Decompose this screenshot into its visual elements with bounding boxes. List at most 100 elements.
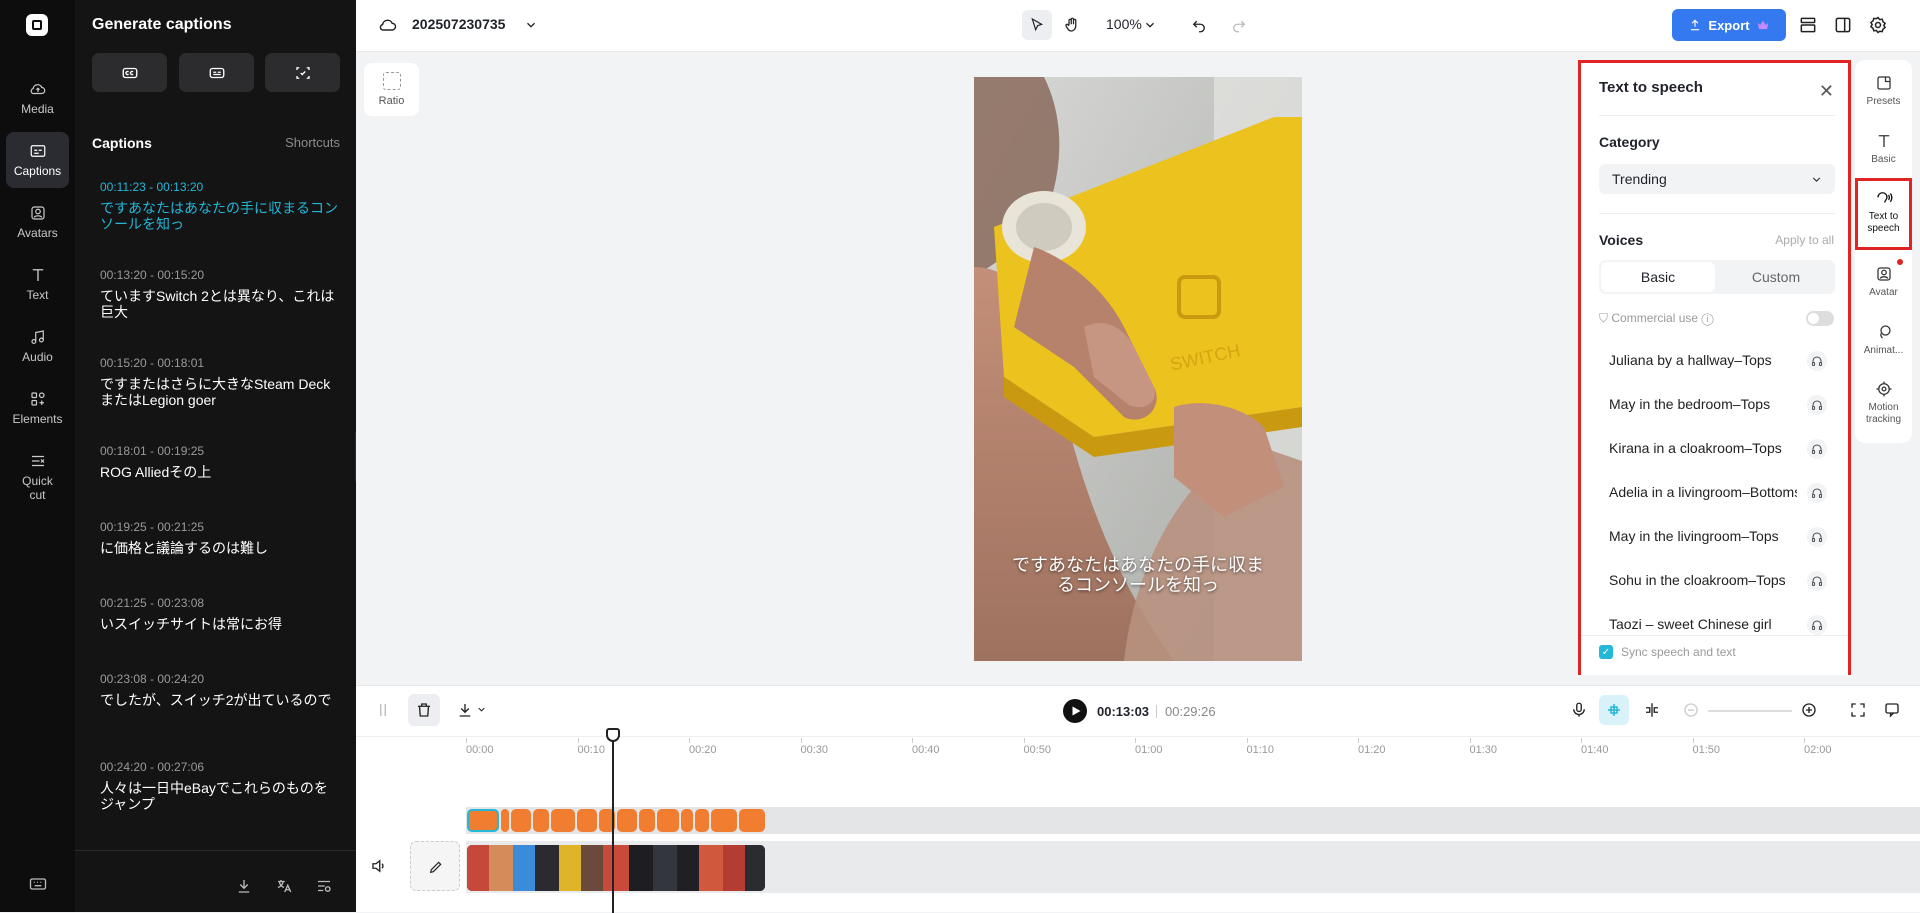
headphones-icon[interactable] <box>1807 439 1827 459</box>
layers-icon[interactable] <box>1798 15 1818 35</box>
redo-icon[interactable] <box>1230 16 1248 34</box>
voice-item[interactable]: May in the livingroom–Tops <box>1609 528 1797 544</box>
caption-track[interactable] <box>466 807 1920 834</box>
keyboard-icon[interactable] <box>28 874 48 894</box>
zoom-in-icon[interactable] <box>1800 701 1818 719</box>
video-preview[interactable]: SWITCH ですあなたはあなたの手に収ま るコンソールを知っ <box>974 77 1302 661</box>
apply-to-all-link[interactable]: Apply to all <box>1775 233 1834 247</box>
rail-motion-tracking[interactable]: Motion tracking <box>1855 380 1912 426</box>
rail-basic[interactable]: Basic <box>1855 132 1912 166</box>
chevron-down-icon[interactable] <box>524 18 538 32</box>
nav-avatars[interactable]: Avatars <box>6 194 69 250</box>
tab-custom[interactable]: Custom <box>1719 262 1833 292</box>
voice-item[interactable]: Sohu in the cloakroom–Tops <box>1609 572 1797 588</box>
headphones-icon[interactable] <box>1807 351 1827 371</box>
category-select[interactable]: Trending <box>1599 164 1835 194</box>
caption-item[interactable]: 00:23:08 - 00:24:20 でしたが、スイッチ2が出ているので <box>100 672 340 708</box>
caption-item[interactable]: 00:19:25 - 00:21:25 に価格と議論するのは難し <box>100 520 340 556</box>
caption-clip[interactable] <box>467 809 499 832</box>
rail-presets[interactable]: Presets <box>1855 74 1912 108</box>
caption-item[interactable]: 00:24:20 - 00:27:06 人々は一日中eBayでこれらのものをジャン… <box>100 760 340 812</box>
headphones-icon[interactable] <box>1807 395 1827 415</box>
auto-detect-button[interactable] <box>265 53 340 92</box>
sidebar-toggle-icon[interactable] <box>1833 15 1853 35</box>
download-icon[interactable] <box>456 701 474 719</box>
tab-basic[interactable]: Basic <box>1601 262 1715 292</box>
gear-icon[interactable] <box>1868 15 1888 35</box>
caption-clip[interactable] <box>533 809 549 832</box>
split-icon[interactable] <box>374 701 392 719</box>
nav-captions[interactable]: Captions <box>6 132 69 188</box>
voice-item[interactable]: Adelia in a livingroom–Bottoms <box>1609 484 1797 500</box>
translate-icon[interactable] <box>275 877 293 895</box>
caption-clip[interactable] <box>739 809 765 832</box>
nav-text[interactable]: Text <box>6 256 69 312</box>
commercial-use-toggle[interactable] <box>1806 311 1834 326</box>
comment-icon[interactable] <box>1883 701 1901 719</box>
link-split-icon[interactable] <box>1643 701 1661 719</box>
magnet-button[interactable] <box>1599 695 1629 725</box>
ratio-button[interactable]: Ratio <box>364 63 419 116</box>
chevron-down-icon[interactable] <box>1143 18 1157 32</box>
caption-settings-icon[interactable] <box>315 877 333 895</box>
playhead[interactable] <box>612 733 614 913</box>
undo-icon[interactable] <box>1190 16 1208 34</box>
voice-item[interactable]: May in the bedroom–Tops <box>1609 396 1797 412</box>
headphones-icon[interactable] <box>1807 571 1827 591</box>
voice-item[interactable]: Kirana in a cloakroom–Tops <box>1609 440 1797 456</box>
caption-item[interactable]: 00:18:01 - 00:19:25 ROG Alliedその上 <box>100 444 340 480</box>
nav-media[interactable]: Media <box>6 70 69 126</box>
caption-clip[interactable] <box>501 809 509 832</box>
cloud-save-icon[interactable] <box>378 15 398 35</box>
project-name[interactable]: 202507230735 <box>412 16 505 32</box>
caption-clip[interactable] <box>695 809 709 832</box>
subtitle-button[interactable] <box>179 53 254 92</box>
microphone-icon[interactable] <box>1570 701 1588 719</box>
cover-edit-button[interactable] <box>410 841 460 891</box>
headphones-icon[interactable] <box>1807 483 1827 503</box>
play-button[interactable] <box>1063 699 1087 723</box>
crown-icon <box>1757 20 1768 30</box>
caption-clip[interactable] <box>551 809 575 832</box>
caption-item[interactable]: 00:15:20 - 00:18:01 ですまたはさらに大きなSteam Deck… <box>100 356 340 408</box>
speaker-icon[interactable] <box>370 857 388 875</box>
nav-quick-cut[interactable]: Quick cut <box>6 446 69 508</box>
rail-avatar[interactable]: Avatar <box>1855 265 1912 299</box>
nav-audio[interactable]: Audio <box>6 318 69 374</box>
video-clip[interactable] <box>467 845 765 891</box>
playhead-handle[interactable] <box>606 728 620 742</box>
caption-clip[interactable] <box>577 809 597 832</box>
close-icon[interactable]: ✕ <box>1819 81 1834 102</box>
select-tool-button[interactable] <box>1022 10 1052 40</box>
caption-item[interactable]: 00:21:25 - 00:23:08 いスイッチサイトは常にお得 <box>100 596 340 632</box>
zoom-out-icon[interactable] <box>1682 701 1700 719</box>
caption-item[interactable]: 00:13:20 - 00:15:20 ていますSwitch 2とは異なり、これは… <box>100 268 340 320</box>
zoom-slider[interactable] <box>1708 710 1792 712</box>
caption-clip[interactable] <box>657 809 679 832</box>
rail-text-to-speech[interactable]: Text to speech <box>1855 178 1912 250</box>
rail-animation[interactable]: Animat... <box>1855 323 1912 357</box>
headphones-icon[interactable] <box>1807 615 1827 635</box>
voice-item[interactable]: Taozi – sweet Chinese girl <box>1609 616 1797 632</box>
export-button[interactable]: Export <box>1672 9 1786 41</box>
nav-elements[interactable]: Elements <box>6 380 69 436</box>
shortcuts-link[interactable]: Shortcuts <box>285 135 340 150</box>
zoom-level[interactable]: 100% <box>1106 16 1142 32</box>
headphones-icon[interactable] <box>1807 527 1827 547</box>
caption-clip[interactable] <box>681 809 693 832</box>
sync-speech-checkbox[interactable]: ✓ Sync speech and text <box>1599 645 1736 659</box>
app-logo[interactable] <box>26 14 48 36</box>
cc-button[interactable] <box>92 53 167 92</box>
fullscreen-icon[interactable] <box>1849 701 1867 719</box>
hand-icon[interactable] <box>1063 16 1081 34</box>
caption-clip[interactable] <box>639 809 655 832</box>
caption-clip[interactable] <box>617 809 637 832</box>
caption-item[interactable]: 00:11:23 - 00:13:20 ですあなたはあなたの手に収まるコンソールを… <box>100 180 340 232</box>
video-track[interactable] <box>466 841 1920 893</box>
download-icon[interactable] <box>235 877 253 895</box>
voice-item[interactable]: Juliana by a hallway–Tops <box>1609 352 1797 368</box>
caption-clip[interactable] <box>711 809 737 832</box>
caption-clip[interactable] <box>511 809 531 832</box>
delete-button[interactable] <box>408 694 440 726</box>
chevron-down-icon[interactable] <box>476 704 487 715</box>
